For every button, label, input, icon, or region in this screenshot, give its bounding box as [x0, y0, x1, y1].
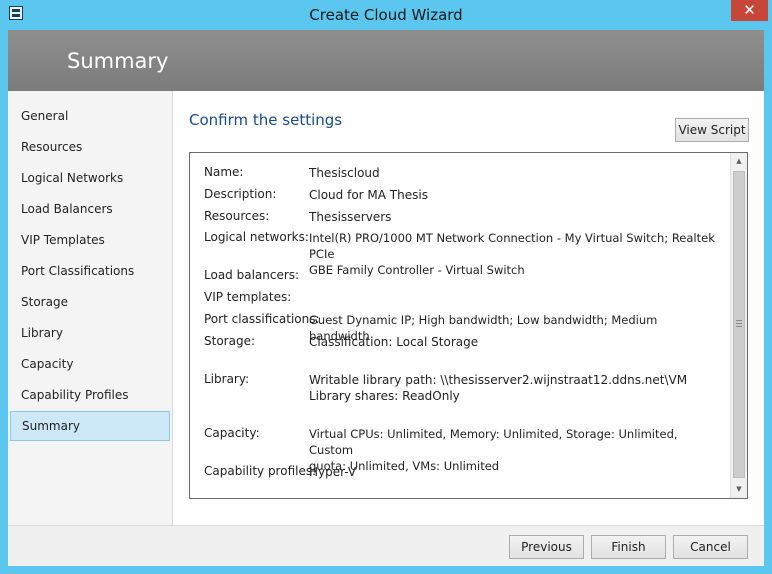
nav-item-capability-profiles[interactable]: Capability Profiles — [10, 381, 170, 409]
nav-item-vip-templates[interactable]: VIP Templates — [10, 226, 170, 254]
summary-label: Port classifications: — [204, 312, 320, 326]
scroll-down-arrow-icon[interactable]: ▼ — [731, 481, 747, 497]
scroll-up-arrow-icon[interactable]: ▲ — [731, 153, 747, 169]
nav-item-port-classifications[interactable]: Port Classifications — [10, 257, 170, 285]
summary-value: Thesiscloud — [309, 165, 719, 181]
finish-button[interactable]: Finish — [591, 535, 666, 559]
summary-label: Storage: — [204, 334, 255, 348]
summary-value-line: Hyper-V — [309, 465, 357, 479]
nav-item-logical-networks[interactable]: Logical Networks — [10, 164, 170, 192]
summary-value-line: Classification: Local Storage — [309, 335, 479, 349]
summary-value: Cloud for MA Thesis — [309, 187, 719, 203]
summary-label: Logical networks: — [204, 230, 309, 244]
summary-value-line: Virtual CPUs: Unlimited, Memory: Unlimit… — [309, 427, 678, 457]
nav-item-capacity[interactable]: Capacity — [10, 350, 170, 378]
summary-label: VIP templates: — [204, 290, 292, 304]
nav-item-storage[interactable]: Storage — [10, 288, 170, 316]
nav-item-summary[interactable]: Summary — [10, 411, 170, 441]
nav-item-resources[interactable]: Resources — [10, 133, 170, 161]
summary-value: Classification: Local Storage — [309, 334, 719, 350]
summary-value: Thesisservers — [309, 209, 719, 225]
close-button[interactable]: ✕ — [731, 0, 768, 21]
page-header: Summary — [8, 30, 764, 91]
summary-value-line: Thesisservers — [309, 210, 392, 224]
summary-label: Capacity: — [204, 426, 260, 440]
wizard-window: Create Cloud Wizard ✕ Summary General Re… — [0, 0, 772, 574]
confirm-heading: Confirm the settings — [189, 111, 343, 129]
summary-value-line: Thesiscloud — [309, 166, 380, 180]
summary-value: Intel(R) PRO/1000 MT Network Connection … — [309, 230, 719, 278]
view-script-button[interactable]: View Script — [675, 118, 749, 142]
nav-item-library[interactable]: Library — [10, 319, 170, 347]
window-title: Create Cloud Wizard — [309, 6, 463, 24]
summary-label: Library: — [204, 372, 250, 386]
summary-label: Load balancers: — [204, 268, 300, 282]
vertical-scrollbar[interactable]: ▲ ▼ — [730, 153, 747, 498]
summary-box[interactable]: Name: Thesiscloud Description: Cloud for… — [189, 152, 748, 499]
summary-value: Hyper-V — [309, 464, 719, 480]
main-panel: Confirm the settings View Script Name: T… — [173, 91, 764, 525]
summary-value-line: Intel(R) PRO/1000 MT Network Connection … — [309, 231, 715, 261]
nav-item-load-balancers[interactable]: Load Balancers — [10, 195, 170, 223]
wizard-client-area: Summary General Resources Logical Networ… — [8, 30, 764, 566]
scrollbar-grip-icon — [736, 320, 742, 327]
summary-value-line: Library shares: ReadOnly — [309, 389, 460, 403]
summary-value: Writable library path: \\thesisserver2.w… — [309, 372, 719, 404]
summary-value-line: Cloud for MA Thesis — [309, 188, 428, 202]
title-bar[interactable]: Create Cloud Wizard ✕ — [0, 0, 772, 30]
wizard-footer: Previous Finish Cancel — [8, 525, 764, 566]
summary-value-line: Writable library path: \\thesisserver2.w… — [309, 373, 688, 387]
summary-label: Description: — [204, 187, 277, 201]
cancel-button[interactable]: Cancel — [673, 535, 748, 559]
page-title: Summary — [67, 49, 169, 73]
nav-item-general[interactable]: General — [10, 102, 170, 130]
previous-button[interactable]: Previous — [509, 535, 584, 559]
summary-label: Capability profiles: — [204, 464, 317, 478]
summary-label: Name: — [204, 165, 244, 179]
summary-label: Resources: — [204, 209, 270, 223]
summary-value-line: GBE Family Controller - Virtual Switch — [309, 263, 525, 277]
scrollbar-thumb[interactable] — [733, 171, 745, 478]
wizard-nav: General Resources Logical Networks Load … — [8, 91, 173, 525]
